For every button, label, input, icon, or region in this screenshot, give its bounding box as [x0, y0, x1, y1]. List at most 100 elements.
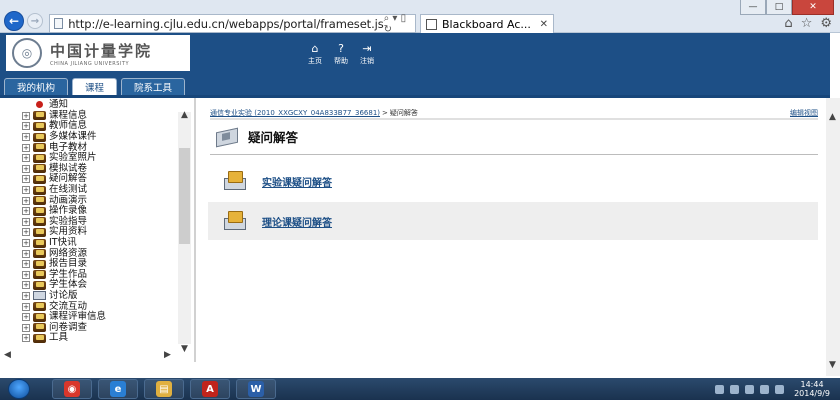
- tree-item[interactable]: + IT快讯: [22, 238, 106, 249]
- expand-plus-icon[interactable]: +: [22, 175, 30, 184]
- tree-item-label: 实验室照片: [49, 152, 97, 164]
- breadcrumb-separator: >: [382, 109, 388, 117]
- maximize-button[interactable]: □: [766, 0, 792, 15]
- taskbar-word[interactable]: W: [236, 379, 276, 399]
- edit-view-link[interactable]: 编辑视图: [790, 108, 818, 118]
- tree-item[interactable]: + 报告目录: [22, 259, 106, 270]
- folder-icon: [33, 302, 46, 312]
- expand-plus-icon[interactable]: +: [22, 228, 30, 237]
- expand-plus-icon[interactable]: +: [22, 281, 30, 290]
- tree-item[interactable]: + 多媒体课件: [22, 132, 106, 143]
- tree-item[interactable]: + 操作录像: [22, 206, 106, 217]
- nav-help[interactable]: ? 帮助: [334, 43, 348, 66]
- tab-title: Blackboard Ac...: [442, 17, 531, 31]
- expand-plus-icon[interactable]: +: [22, 154, 30, 163]
- tree-item-label: 通知: [49, 99, 69, 111]
- favorites-star-icon[interactable]: ☆: [801, 16, 813, 31]
- nav-help-label: 帮助: [334, 57, 348, 65]
- minimize-button[interactable]: —: [740, 0, 766, 15]
- item-link-theory-qa[interactable]: 理论课疑问解答: [262, 214, 332, 229]
- taskbar-internet-explorer[interactable]: e: [98, 379, 138, 399]
- tray-app-icon[interactable]: [715, 384, 725, 394]
- expand-plus-icon[interactable]: +: [22, 302, 30, 311]
- folder-icon: [33, 259, 46, 269]
- tree-item[interactable]: + 课程评审信息: [22, 312, 106, 323]
- scroll-up-icon[interactable]: ▲: [181, 110, 188, 120]
- expand-plus-icon[interactable]: +: [22, 133, 30, 142]
- nav-home[interactable]: ⌂ 主页: [308, 43, 322, 66]
- settings-gear-icon[interactable]: ⚙: [820, 16, 832, 31]
- site-header: ◎ 中国计量学院 CHINA JILIANG UNIVERSITY ⌂ 主页 ?…: [0, 33, 830, 95]
- folder-icon: [33, 249, 46, 259]
- expand-plus-icon[interactable]: +: [22, 186, 30, 195]
- pdf-icon: A: [202, 381, 218, 397]
- expand-plus-icon[interactable]: +: [22, 249, 30, 258]
- folder-icon: [33, 185, 46, 195]
- expand-plus-icon[interactable]: +: [22, 239, 30, 248]
- close-window-button[interactable]: ✕: [792, 0, 834, 15]
- expand-plus-icon[interactable]: +: [22, 111, 30, 120]
- url-text: http://e-learning.cjlu.edu.cn/webapps/po…: [68, 16, 384, 31]
- scroll-left-icon[interactable]: ◀: [4, 350, 11, 360]
- expand-plus-icon[interactable]: +: [22, 196, 30, 205]
- expand-plus-icon[interactable]: +: [22, 323, 30, 332]
- course-menu-tree: 通知 + 课程信息 + 教师信息 + 多媒体课件 + 电子教材 + 实验室照片 + 模拟试卷 + 疑问解答 +…: [22, 100, 106, 344]
- expand-plus-icon[interactable]: +: [22, 260, 30, 269]
- tree-item-label: 疑问解答: [49, 173, 88, 185]
- system-clock[interactable]: 14:44 2014/9/9: [794, 380, 830, 398]
- browser-chrome: ← → http://e-learning.cjlu.edu.cn/webapp…: [0, 0, 840, 35]
- breadcrumb-course-link[interactable]: 通信专业实验 (2010_XXGCXY_04A833B77_36681): [210, 108, 380, 118]
- expand-plus-icon[interactable]: +: [22, 164, 30, 173]
- home-icon[interactable]: ⌂: [784, 16, 792, 31]
- scroll-down-icon[interactable]: ▼: [181, 344, 188, 354]
- volume-tray-icon[interactable]: [775, 384, 785, 394]
- scroll-right-icon[interactable]: ▶: [164, 350, 171, 360]
- flag-tray-icon[interactable]: [745, 384, 755, 394]
- content-scroll-up-icon[interactable]: ▲: [829, 112, 836, 122]
- browser-tab[interactable]: Blackboard Ac... ✕: [420, 14, 554, 33]
- expand-plus-icon[interactable]: +: [22, 207, 30, 216]
- start-button[interactable]: [8, 379, 30, 399]
- logo-english-name: CHINA JILIANG UNIVERSITY: [50, 60, 129, 67]
- tree-item[interactable]: 通知: [22, 100, 106, 111]
- expand-plus-icon[interactable]: +: [22, 217, 30, 226]
- forward-button[interactable]: →: [27, 13, 43, 29]
- list-item: 理论课疑问解答: [208, 202, 818, 240]
- tree-item[interactable]: + 实验室照片: [22, 153, 106, 164]
- address-tools[interactable]: ⌕ ▾ ▯ ↻: [384, 13, 415, 35]
- content-scrollbar[interactable]: ▲ ▼: [826, 98, 840, 376]
- taskbar-chrome[interactable]: ◉: [52, 379, 92, 399]
- tree-item-label: 课程评审信息: [49, 311, 107, 323]
- tab-department-tools[interactable]: 院系工具: [121, 78, 186, 95]
- taskbar-pdf-reader[interactable]: A: [190, 379, 230, 399]
- tree-item[interactable]: + 讨论版: [22, 290, 106, 302]
- menu-scrollbar[interactable]: [178, 112, 191, 344]
- tab-close-icon[interactable]: ✕: [540, 19, 553, 30]
- tree-item[interactable]: + 工具: [22, 333, 106, 344]
- taskbar-file-explorer[interactable]: ▤: [144, 379, 184, 399]
- list-item: 实验课疑问解答: [208, 162, 818, 200]
- tab-my-institution[interactable]: 我的机构: [4, 78, 69, 95]
- expand-plus-icon[interactable]: +: [22, 270, 30, 279]
- folder-icon: [33, 227, 46, 237]
- tab-courses[interactable]: 课程: [72, 78, 118, 95]
- content-scroll-down-icon[interactable]: ▼: [829, 360, 836, 370]
- expand-plus-icon[interactable]: +: [22, 313, 30, 322]
- folder-icon: [33, 312, 46, 322]
- expand-plus-icon[interactable]: +: [22, 291, 30, 300]
- nav-logout[interactable]: ⇥ 注销: [360, 43, 374, 66]
- nav-home-label: 主页: [308, 57, 322, 65]
- menu-scrollbar-thumb[interactable]: [179, 148, 190, 244]
- item-link-lab-qa[interactable]: 实验课疑问解答: [262, 174, 332, 189]
- expand-plus-icon[interactable]: +: [22, 143, 30, 152]
- expand-plus-icon[interactable]: +: [22, 334, 30, 343]
- help-tray-icon[interactable]: [730, 384, 740, 394]
- back-button[interactable]: ←: [4, 11, 24, 31]
- network-tray-icon[interactable]: [760, 384, 770, 394]
- clock-date: 2014/9/9: [794, 389, 830, 398]
- chrome-icon: ◉: [64, 381, 80, 397]
- tab-favicon-icon: [426, 18, 437, 30]
- expand-plus-icon[interactable]: +: [22, 122, 30, 131]
- tree-item[interactable]: + 在线测试: [22, 185, 106, 196]
- address-bar[interactable]: http://e-learning.cjlu.edu.cn/webapps/po…: [49, 13, 416, 35]
